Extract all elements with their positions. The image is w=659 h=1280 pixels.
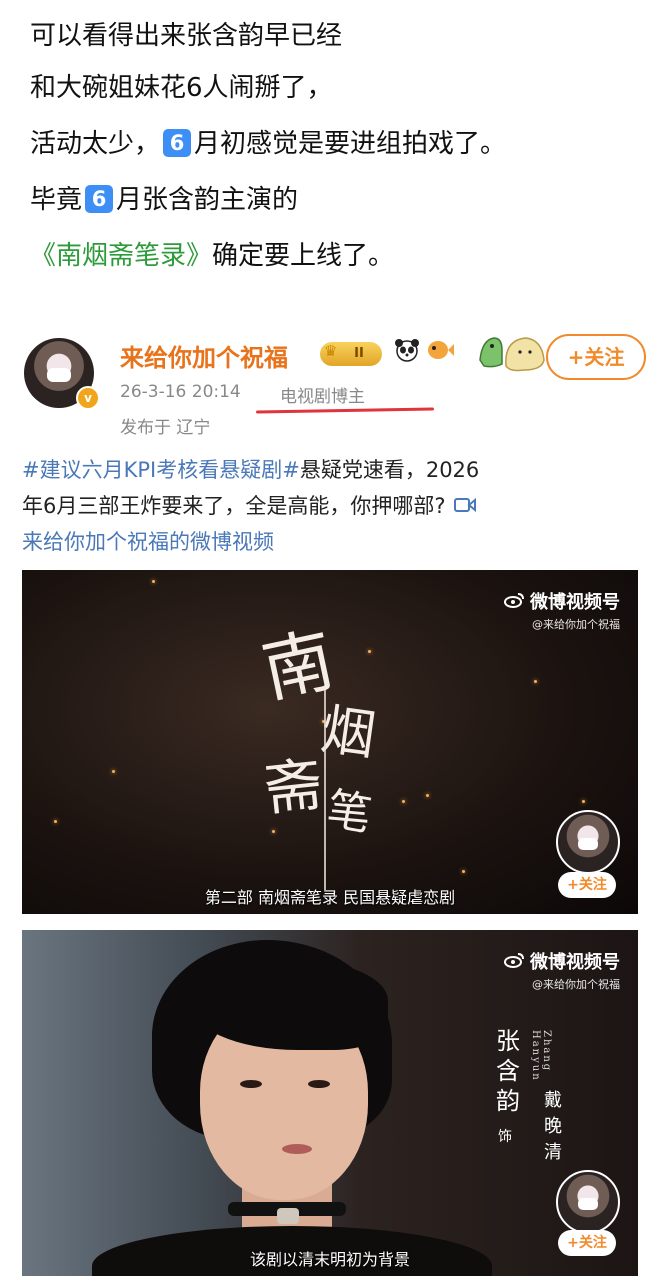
intro-line-4-part-a: 毕竟 — [30, 185, 83, 215]
post-text-line-2-content: 年6月三部王炸要来了，全是高能，你押哪部? — [22, 494, 446, 518]
intro-line-3: 活动太少， 6 月初感觉是要进组拍戏了。 — [30, 116, 640, 172]
red-underline-mark — [255, 407, 435, 414]
follow-button[interactable]: +关注 — [546, 334, 646, 380]
actor-pinyin: Zhang Hanyun — [530, 1030, 552, 1082]
number-six-badge: 6 — [85, 185, 114, 213]
weibo-video-watermark: 微博视频号 @来给你加个祝福 — [504, 948, 620, 992]
post-location: 发布于 辽宁 — [120, 418, 211, 438]
post-header: v 来给你加个祝福 ♛ II +关注 26-3-16 20:14 电视剧博主 发… — [24, 330, 646, 440]
intro-line-5: 《南烟斋笔录》确定要上线了。 — [30, 228, 640, 284]
video-subtitle: 该剧以清末明初为背景 — [249, 1250, 410, 1269]
video-avatar[interactable] — [556, 1170, 620, 1234]
dinosaur-sticker — [476, 330, 546, 374]
intro-text: 可以看得出来张含韵早已经 和大碗姐妹花6人闹掰了， 活动太少， 6 月初感觉是要进组… — [30, 12, 640, 284]
post-text-line-1-rest: 悬疑党速看，2026 — [299, 458, 480, 482]
intro-line-3-part-a: 活动太少， — [30, 129, 161, 159]
post-text: #建议六月KPI考核看悬疑剧#悬疑党速看，2026 年6月三部王炸要来了，全是高… — [22, 452, 646, 560]
video-camera-icon[interactable] — [453, 490, 476, 526]
drama-title-calligraphy: 南 烟 斋 笔 — [255, 600, 392, 890]
weibo-video-link[interactable]: 来给你加个祝福的微博视频 — [22, 530, 274, 554]
as-label: 饰 — [498, 1129, 512, 1145]
hashtag-link[interactable]: #建议六月KPI考核看悬疑剧# — [22, 458, 300, 482]
intro-line-2: 和大碗姐妹花6人闹掰了， — [30, 73, 333, 103]
verified-icon: v — [76, 386, 100, 410]
actress-figure — [92, 940, 492, 1276]
post-text-line-2: 年6月三部王炸要来了，全是高能，你押哪部? — [22, 488, 646, 524]
vip-level: II — [354, 346, 364, 361]
intro-line-4-part-b: 月张含韵主演的 — [116, 185, 299, 215]
actor-name: 张含韵 — [496, 1027, 520, 1115]
title-char-3: 斋 — [261, 750, 326, 824]
weibo-video-watermark: 微博视频号 @来给你加个祝福 — [504, 588, 620, 632]
weibo-eye-icon — [504, 592, 524, 613]
watermark-handle: @来给你加个祝福 — [532, 618, 620, 631]
role-name: 戴晚清 — [544, 1090, 562, 1163]
title-char-4: 笔 — [323, 783, 376, 842]
blogger-tag[interactable]: 电视剧博主 — [280, 382, 365, 407]
watermark-handle: @来给你加个祝福 — [532, 978, 620, 991]
watermark-brand: 微博视频号 — [530, 952, 620, 973]
post-text-line-3: 来给你加个祝福的微博视频 — [22, 524, 646, 560]
book-title: 《南烟斋笔录》 — [30, 241, 213, 271]
intro-line-1: 可以看得出来张含韵早已经 — [30, 21, 343, 51]
video-subtitle: 第二部 南烟斋笔录 民国悬疑虐恋剧 — [204, 888, 456, 907]
crown-icon: ♛ — [324, 342, 338, 360]
watermark-brand: 微博视频号 — [530, 592, 620, 613]
video-player-2[interactable]: 微博视频号 @来给你加个祝福 张含韵 Zhang Hanyun 饰 戴晚清 +关… — [22, 930, 638, 1276]
intro-line-3-part-b: 月初感觉是要进组拍戏了。 — [194, 129, 507, 159]
intro-line-5-rest: 确定要上线了。 — [212, 241, 395, 271]
post-time: 26-3-16 20:14 — [120, 382, 241, 402]
post-text-line-1: #建议六月KPI考核看悬疑剧#悬疑党速看，2026 — [22, 452, 646, 488]
weibo-eye-icon — [504, 952, 524, 973]
video-avatar[interactable] — [556, 810, 620, 874]
video-player-1[interactable]: 南 烟 斋 笔 微博视频号 @来给你加个祝福 +关注 第二部 南烟斋笔录 民国悬… — [22, 570, 638, 914]
intro-line-4: 毕竟 6 月张含韵主演的 — [30, 172, 640, 228]
pufferfish-icon — [424, 338, 454, 368]
panda-icon — [394, 338, 420, 368]
title-char-2: 烟 — [317, 697, 380, 768]
username[interactable]: 来给你加个祝福 — [120, 338, 288, 373]
number-six-badge: 6 — [163, 129, 192, 157]
vip-badge[interactable]: ♛ II — [320, 342, 382, 366]
